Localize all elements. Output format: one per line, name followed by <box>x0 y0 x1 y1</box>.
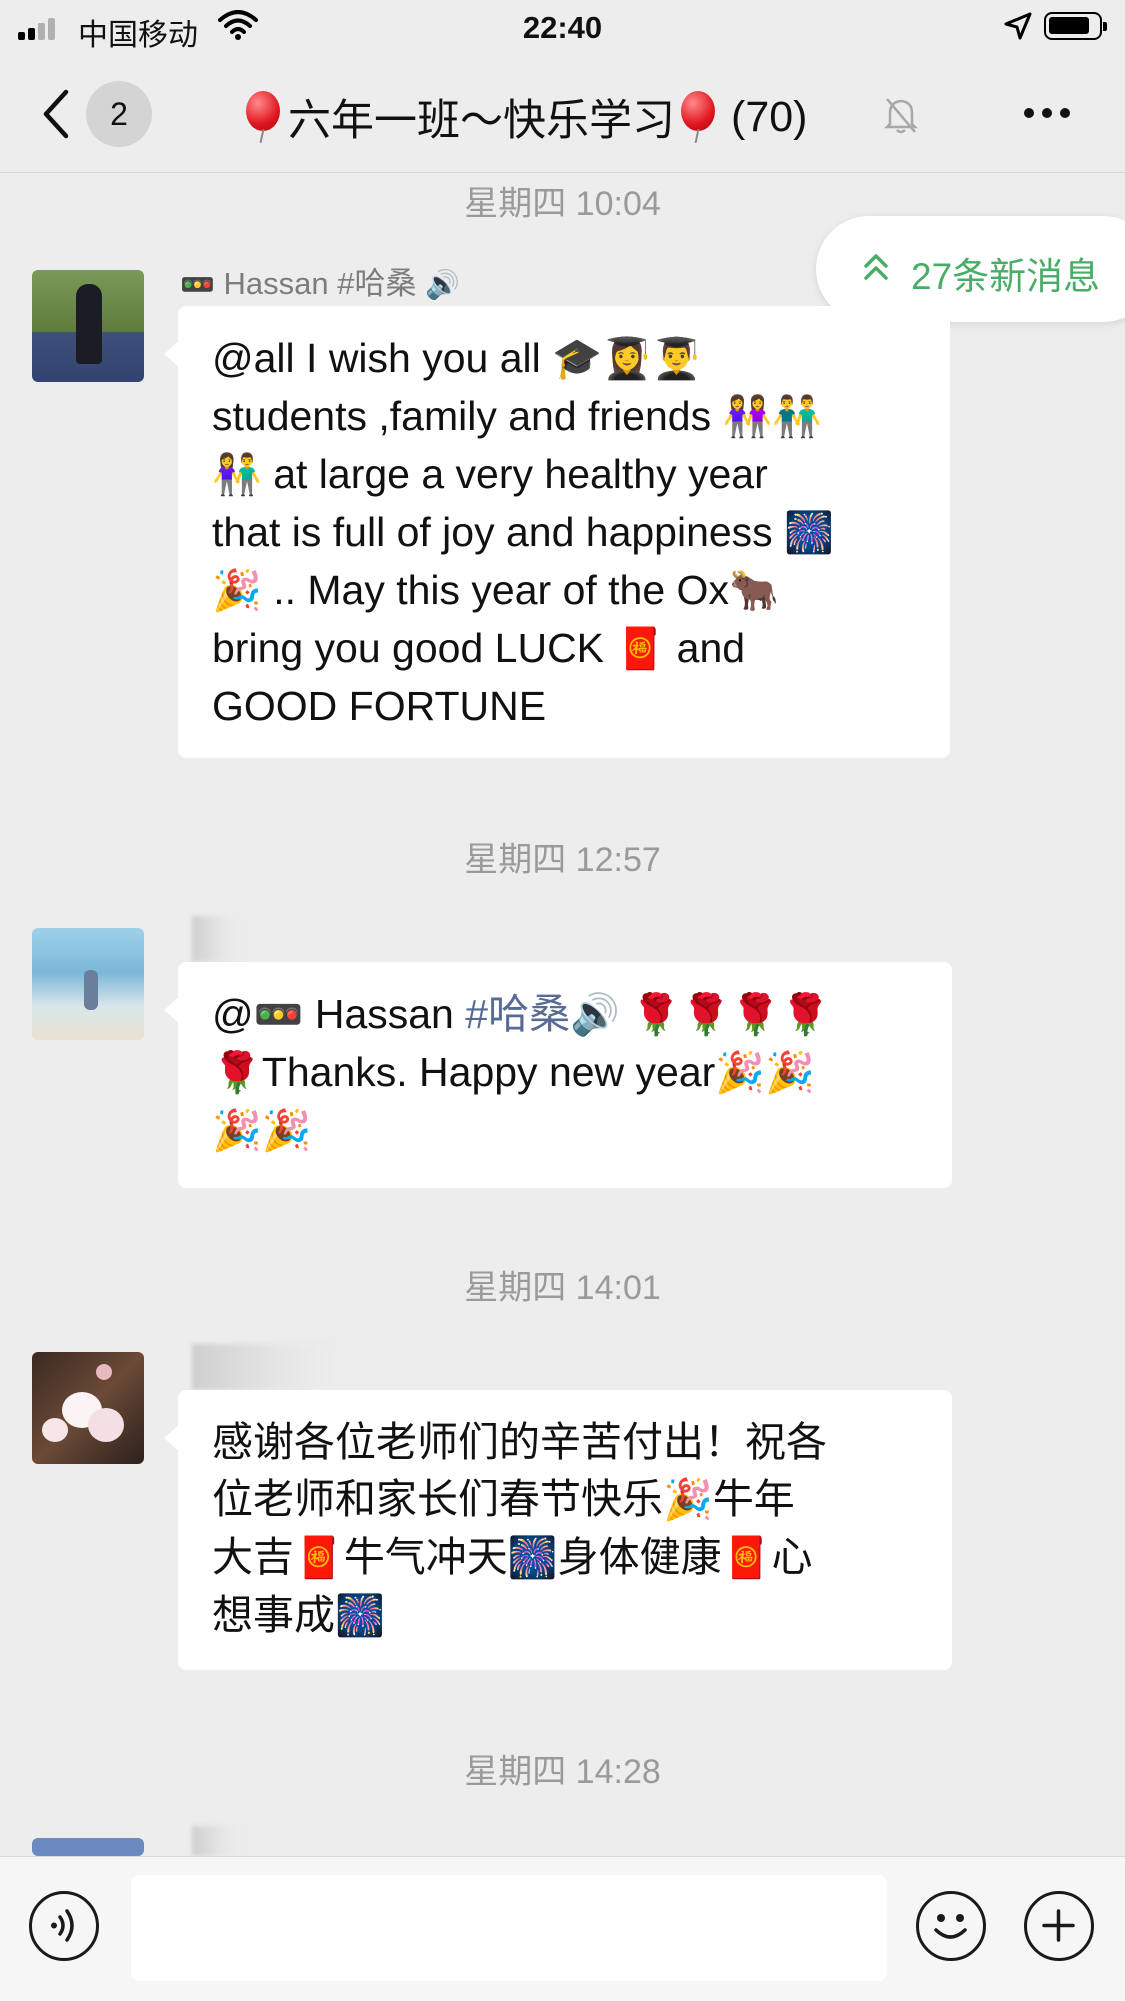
rose-icon: 🌹🌹🌹🌹 <box>631 992 831 1038</box>
party-popper-icon: 🎉🎉 <box>715 1050 815 1096</box>
message-timestamp: 星期四 14:01 <box>464 1269 661 1307</box>
traffic-light-icon: 🚥 <box>180 268 215 301</box>
chat-title: 六年一班～快乐学习 (70) <box>240 86 807 148</box>
rose-icon: 🌹 <box>212 1050 262 1096</box>
couple-icon: 👭👬 <box>722 394 823 440</box>
speaker-icon: 🔊 <box>570 992 620 1038</box>
mute-bell-icon <box>884 98 918 134</box>
chat-header: 2 六年一班～快乐学习 (70) <box>0 56 1125 173</box>
avatar[interactable] <box>32 1352 144 1464</box>
plus-icon <box>1042 1909 1075 1942</box>
member-count: (70) <box>731 92 808 141</box>
party-popper-icon: 🎉 <box>663 1477 713 1523</box>
fireworks-icon: 🎆 <box>784 510 834 556</box>
couple-icon: 👫 <box>212 452 262 498</box>
ox-icon: 🐂 <box>728 568 779 614</box>
message-bubble[interactable]: @all I wish you all 🎓👩‍🎓👨‍🎓 students ,fa… <box>164 306 950 758</box>
fu-diamond-icon: 🧧 <box>721 1535 772 1581</box>
sender-name-redacted <box>192 1344 336 1390</box>
message-bubble[interactable]: @🚥 Hassan #哈桑🔊 🌹🌹🌹🌹 🌹Thanks. Happy new y… <box>164 962 952 1188</box>
message-timestamp: 星期四 14:28 <box>464 1753 661 1791</box>
emoji-button[interactable] <box>916 1891 986 1961</box>
more-functions-button[interactable] <box>1024 1891 1094 1961</box>
chat-title-text: 六年一班～快乐学习 <box>288 97 675 145</box>
location-arrow-icon <box>1004 12 1032 40</box>
back-chevron-icon[interactable] <box>40 86 70 142</box>
unread-count-badge[interactable]: 2 <box>86 81 152 147</box>
status-bar: 中国移动 22:40 <box>0 0 1125 56</box>
balloon-icon <box>677 91 721 143</box>
sender-name-redacted <box>192 1826 242 1856</box>
fu-diamond-icon: 🧧 <box>294 1535 344 1581</box>
speaker-icon: 🔊 <box>425 268 460 301</box>
smiley-icon <box>934 1914 967 1939</box>
voice-wave-icon <box>51 1909 74 1942</box>
avatar[interactable] <box>32 1838 144 1856</box>
message-bubble[interactable]: 感谢各位老师们的辛苦付出！祝各 位老师和家长们春节快乐🎉牛年 大吉🧧牛气冲天🎆身… <box>164 1390 952 1670</box>
message-input[interactable] <box>131 1875 887 1981</box>
new-messages-label: 27条新消息 <box>911 256 1101 297</box>
balloon-icon <box>242 91 286 143</box>
mention-link[interactable]: #哈桑 <box>465 991 570 1037</box>
party-popper-icon: 🎉🎉 <box>212 1108 312 1154</box>
fireworks-icon: 🎆 <box>507 1535 558 1581</box>
sender-name-redacted <box>192 916 242 962</box>
graduation-cap-icon: 🎓👩‍🎓👨‍🎓 <box>552 336 702 382</box>
chat-input-bar <box>0 1856 1125 2001</box>
sender-name: 🚥 Hassan #哈桑 🔊 <box>180 266 460 301</box>
red-envelope-icon: 🧧 <box>615 626 666 672</box>
voice-input-button[interactable] <box>29 1891 99 1961</box>
avatar[interactable] <box>32 270 144 382</box>
battery-icon <box>1044 12 1107 40</box>
fireworks-icon: 🎆 <box>335 1593 385 1639</box>
traffic-light-icon: 🚥 <box>253 992 304 1038</box>
more-options-button[interactable] <box>1024 108 1070 118</box>
avatar[interactable] <box>32 928 144 1040</box>
message-timestamp: 星期四 12:57 <box>464 841 661 879</box>
double-chevron-up-icon <box>864 254 888 280</box>
status-time: 22:40 <box>522 10 603 45</box>
party-popper-icon: 🎉 <box>212 568 262 614</box>
